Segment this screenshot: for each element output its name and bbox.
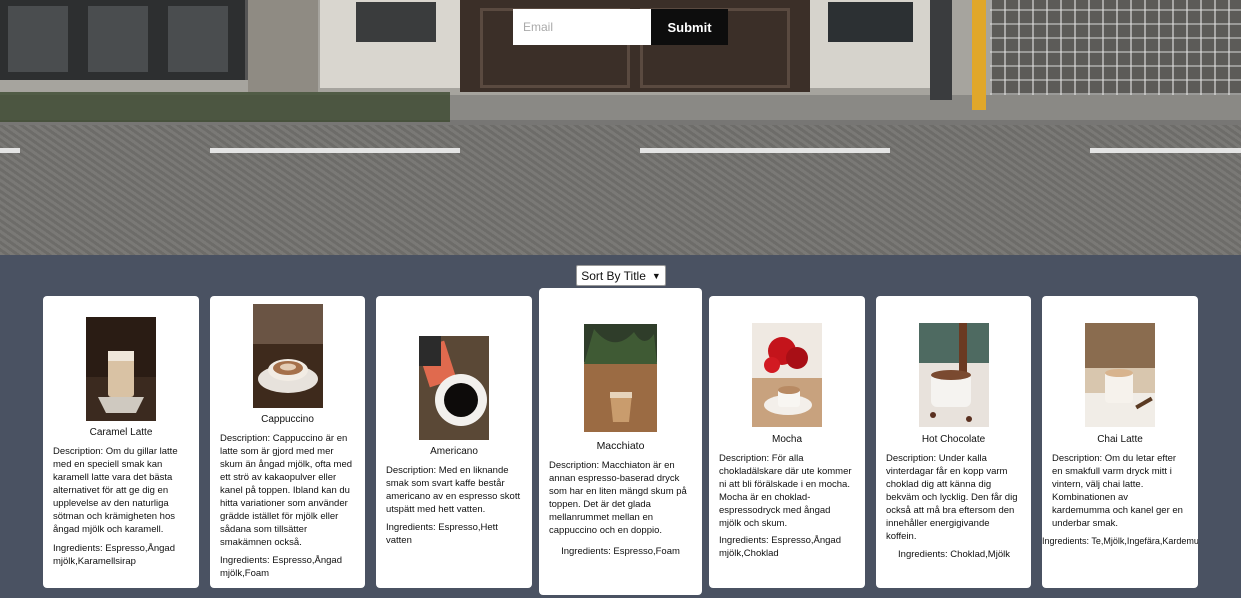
- yellow-post: [972, 0, 986, 110]
- card-title: Americano: [430, 446, 478, 457]
- caramel-latte-photo: [86, 317, 156, 421]
- card-description: Description: För alla chokladälskare där…: [719, 453, 852, 529]
- pillar: [248, 0, 318, 92]
- card-description: Description: Om du gillar latte med en s…: [53, 446, 178, 535]
- product-card-macchiato[interactable]: Macchiato Description: Macchiaton är en …: [539, 288, 702, 595]
- wall: [320, 0, 460, 88]
- card-ingredients: Ingredients: Espresso,Hett vatten: [386, 522, 498, 546]
- card-ingredients: Ingredients: Espresso,Ångad mjölk,Chokla…: [719, 535, 841, 559]
- product-card-cappuccino[interactable]: Cappuccino Description: Cappuccino är en…: [210, 296, 365, 588]
- card-description: Description: Med en liknande smak som sv…: [386, 465, 521, 515]
- sort-selected-value: Sort By Title: [581, 268, 646, 283]
- chai-latte-photo: [1085, 323, 1155, 427]
- card-ingredients: Ingredients: Espresso,Foam: [561, 546, 680, 557]
- card-title: Mocha: [771, 434, 802, 445]
- card-title: Macchiato: [596, 440, 645, 452]
- submit-button[interactable]: Submit: [651, 9, 728, 45]
- sort-select[interactable]: Sort By Title ▼: [576, 265, 666, 286]
- product-card-chai-latte[interactable]: Chai Latte Description: Om du letar efte…: [1042, 296, 1198, 588]
- road-stripe: [210, 148, 460, 153]
- signup-form: Submit: [513, 9, 728, 45]
- product-card-americano[interactable]: Americano Description: Med en liknande s…: [376, 296, 532, 588]
- road-stripe: [0, 148, 20, 153]
- card-description: Description: Cappuccino är en latte som …: [220, 433, 353, 548]
- pole: [930, 0, 952, 100]
- fence: [990, 0, 1241, 95]
- americano-photo: [419, 336, 489, 440]
- mocha-photo: [752, 323, 822, 427]
- road-stripe: [640, 148, 890, 153]
- shop-window: [0, 0, 249, 80]
- macchiato-photo: [584, 324, 657, 432]
- card-description: Description: Om du letar efter en smakfu…: [1052, 453, 1183, 529]
- card-ingredients: Ingredients: Espresso,Ångad mjölk,Foam: [220, 555, 342, 579]
- card-description: Description: Under kalla vinterdagar får…: [886, 453, 1018, 542]
- wall: [810, 0, 930, 88]
- chevron-down-icon: ▼: [651, 270, 661, 281]
- email-input[interactable]: [513, 9, 651, 45]
- card-ingredients: Ingredients: Te,Mjölk,Ingefära,Kardemumm…: [1042, 536, 1198, 546]
- hero-banner: Submit: [0, 0, 1241, 255]
- card-title: Hot Chocolate: [921, 434, 986, 445]
- card-ingredients: Ingredients: Espresso,Ångad mjölk,Karame…: [53, 543, 175, 567]
- card-title: Cappuccino: [261, 414, 314, 425]
- grass: [0, 92, 450, 122]
- card-title: Chai Latte: [1097, 434, 1143, 445]
- product-card-mocha[interactable]: Mocha Description: För alla chokladälska…: [709, 296, 865, 588]
- card-title: Caramel Latte: [89, 427, 153, 438]
- hot-chocolate-photo: [919, 323, 989, 427]
- road: [0, 125, 1241, 255]
- road-stripe: [1090, 148, 1241, 153]
- card-ingredients: Ingredients: Choklad,Mjölk: [898, 549, 1010, 560]
- cappuccino-photo: [253, 304, 323, 408]
- product-card-hot-chocolate[interactable]: Hot Chocolate Description: Under kalla v…: [876, 296, 1031, 588]
- product-card-caramel-latte[interactable]: Caramel Latte Description: Om du gillar …: [43, 296, 199, 588]
- card-description: Description: Macchiaton är en annan espr…: [549, 460, 687, 536]
